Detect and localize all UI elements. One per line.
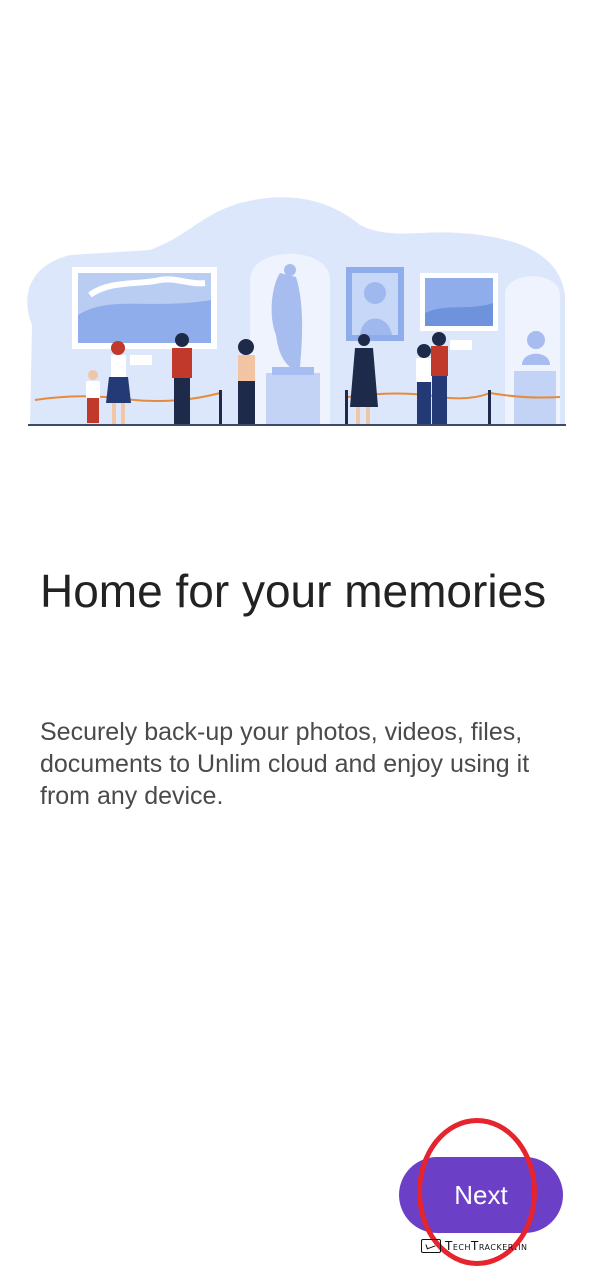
next-button-label: Next bbox=[454, 1179, 508, 1210]
onboarding-description: Securely back-up your photos, videos, fi… bbox=[40, 718, 530, 810]
watermark-text: TechTracker.in bbox=[445, 1239, 528, 1253]
watermark: TechTracker.in bbox=[421, 1236, 528, 1256]
monitor-icon bbox=[421, 1239, 441, 1253]
next-button[interactable]: Next bbox=[399, 1157, 563, 1233]
page-title: Home for your memories bbox=[40, 565, 547, 617]
museum-illustration bbox=[27, 197, 566, 426]
